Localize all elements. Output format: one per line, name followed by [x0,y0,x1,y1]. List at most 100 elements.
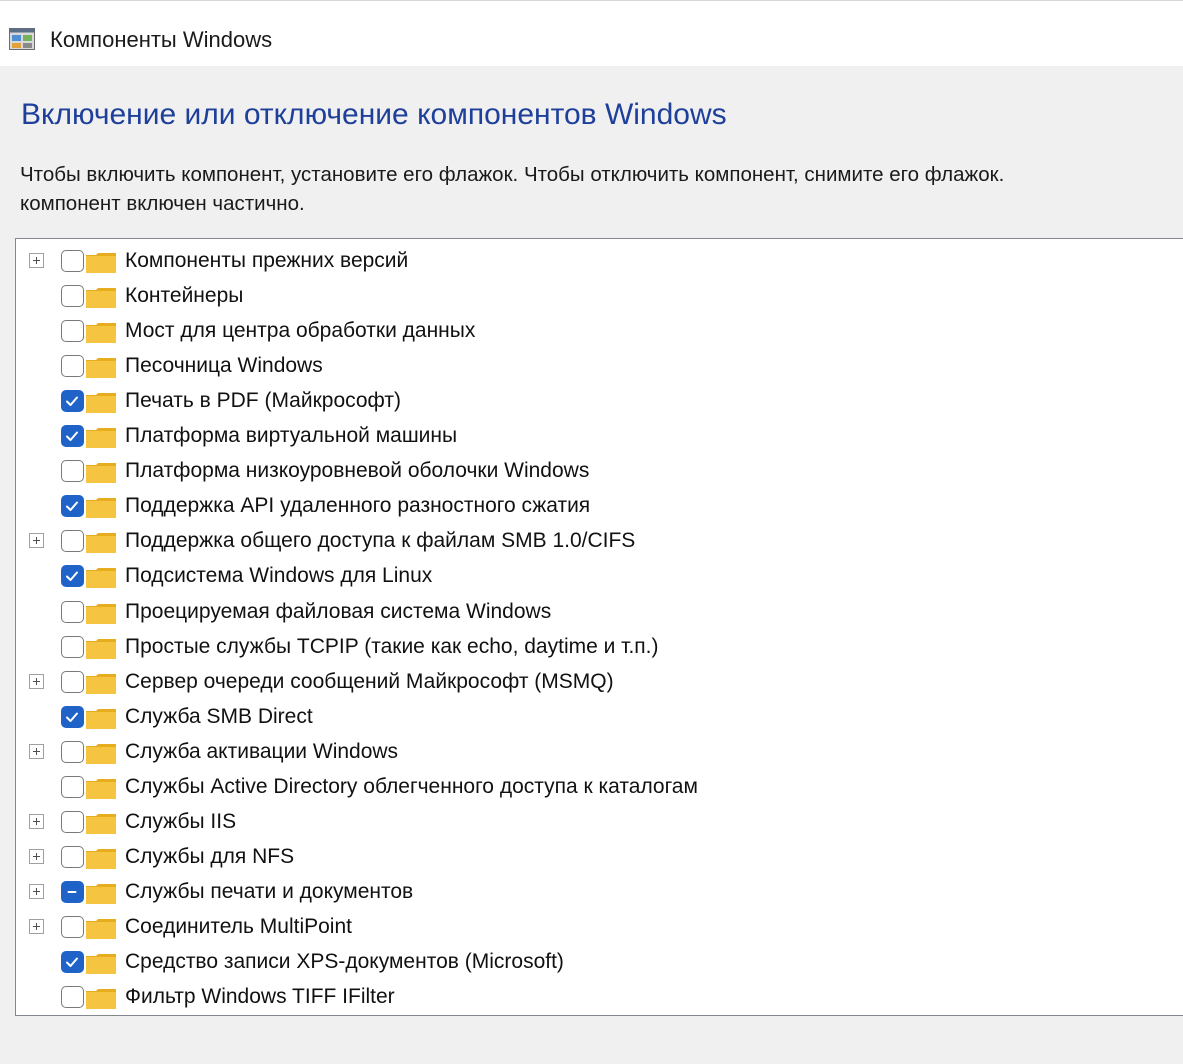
folder-icon [86,954,116,974]
feature-row[interactable]: Службы для NFS [16,839,1183,874]
features-tree[interactable]: Компоненты прежних версий Контейнеры Мост … [15,238,1183,1016]
feature-row[interactable]: Соединитель MultiPoint [16,909,1183,944]
feature-label: Компоненты прежних версий [125,249,409,272]
expand-plus-icon[interactable] [29,918,44,934]
feature-row[interactable]: Службы печати и документов [16,874,1183,909]
feature-row[interactable]: Фильтр Windows TIFF IFilter [16,979,1183,1014]
checkbox-partial[interactable] [61,880,84,903]
feature-row[interactable]: Служба SMB Direct [16,699,1183,734]
checkbox-checked[interactable] [61,495,84,518]
folder-icon [86,883,116,904]
feature-row[interactable]: Поддержка API удаленного разностного сжа… [16,488,1183,523]
feature-row[interactable]: Платформа низкоуровневой оболочки Window… [16,453,1183,488]
feature-label: Службы печати и документов [125,879,414,903]
checkbox-unchecked[interactable] [61,775,84,798]
feature-row[interactable]: Мост для центра обработки данных [16,313,1183,348]
feature-label: Песочница Windows [125,354,323,378]
feature-row[interactable]: Поддержка общего доступа к файлам SMB 1.… [16,523,1183,558]
checkbox-checked[interactable] [61,705,84,728]
folder-icon [86,323,116,344]
folder-icon [86,393,116,414]
folder-icon [86,918,116,939]
window-title: Компоненты Windows [50,27,273,52]
feature-label: Платформа виртуальной машины [125,424,458,448]
description-line-2: компонент включен частично. [20,192,305,215]
expand-plus-icon[interactable] [29,673,44,689]
description: Чтобы включить компонент, установите его… [20,160,1183,218]
checkbox-checked[interactable] [61,425,84,448]
feature-label: Средство записи XPS-документов (Microsof… [125,950,564,973]
feature-row[interactable]: Печать в PDF (Майкрософт) [16,383,1183,418]
checkbox-unchecked[interactable] [61,285,84,308]
feature-label: Мост для центра обработки данных [125,319,476,343]
expand-plus-icon[interactable] [29,883,44,899]
feature-label: Проецируемая файловая система Windows [125,599,552,623]
feature-label: Служба активации Windows [125,739,399,763]
checkbox-unchecked[interactable] [61,740,84,763]
folder-icon [86,533,116,554]
checkbox-unchecked[interactable] [61,635,84,658]
feature-label: Службы Active Directory облегченного дос… [125,774,698,798]
folder-icon [86,848,116,869]
checkbox-unchecked[interactable] [61,845,84,868]
feature-row[interactable]: Компоненты прежних версий [16,243,1183,278]
feature-label: Платформа низкоуровневой оболочки Window… [125,459,590,483]
checkbox-unchecked[interactable] [61,986,84,1009]
feature-label: Соединитель MultiPoint [125,914,352,938]
feature-row[interactable]: Средство записи XPS-документов (Microsof… [16,944,1183,979]
feature-label: Поддержка API удаленного разностного сжа… [125,494,591,518]
folder-icon [86,743,116,764]
folder-icon [86,498,116,519]
feature-row[interactable]: Проецируемая файловая система Windows [16,594,1183,629]
feature-label: Поддержка общего доступа к файлам SMB 1.… [125,529,636,553]
feature-row[interactable]: Платформа виртуальной машины [16,418,1183,453]
feature-row[interactable]: Подсистема Windows для Linux [16,558,1183,593]
folder-icon [86,463,116,484]
folder-icon [86,253,116,273]
feature-label: Подсистема Windows для Linux [125,564,433,588]
feature-row[interactable]: Контейнеры [16,278,1183,313]
folder-icon [86,568,116,589]
feature-label: Фильтр Windows TIFF IFilter [125,985,395,1009]
expand-plus-icon[interactable] [29,253,44,268]
expand-plus-icon[interactable] [29,743,44,759]
folder-icon [86,708,116,729]
feature-label: Простые службы TCPIP (такие как echo, da… [125,634,659,658]
folder-icon [86,358,116,379]
feature-row[interactable]: Службы IIS [16,804,1183,839]
checkbox-unchecked[interactable] [61,250,84,272]
description-line-1: Чтобы включить компонент, установите его… [20,163,1005,186]
checkbox-unchecked[interactable] [61,530,84,553]
feature-row[interactable]: Служба активации Windows [16,734,1183,769]
folder-icon [86,989,116,1010]
feature-label: Печать в PDF (Майкрософт) [125,389,401,413]
checkbox-unchecked[interactable] [61,460,84,483]
checkbox-checked[interactable] [61,390,84,413]
feature-label: Служба SMB Direct [125,704,313,728]
page-heading: Включение или отключение компонентов Win… [21,98,727,131]
feature-row[interactable]: Простые службы TCPIP (такие как echo, da… [16,629,1183,664]
expand-plus-icon[interactable] [29,533,44,549]
feature-row[interactable]: Песочница Windows [16,348,1183,383]
checkmark-icon [66,712,78,722]
expand-plus-icon[interactable] [29,848,44,864]
feature-label: Сервер очереди сообщений Майкрософт (MSM… [125,669,614,693]
feature-label: Службы для NFS [125,844,295,868]
windows-features-icon [9,28,35,50]
folder-icon [86,288,116,309]
checkbox-unchecked[interactable] [61,670,84,693]
checkmark-icon [66,431,78,442]
expand-plus-icon[interactable] [29,813,44,829]
checkbox-unchecked[interactable] [61,810,84,833]
folder-icon [86,638,116,659]
checkbox-unchecked[interactable] [61,600,84,623]
checkbox-unchecked[interactable] [61,320,84,343]
checkbox-unchecked[interactable] [61,355,84,378]
title-bar: Компоненты Windows [0,0,1183,66]
checkbox-checked[interactable] [61,951,84,973]
checkbox-unchecked[interactable] [61,915,84,938]
checkbox-checked[interactable] [61,565,84,588]
folder-icon [86,673,116,694]
feature-row[interactable]: Службы Active Directory облегченного дос… [16,769,1183,804]
feature-row[interactable]: Сервер очереди сообщений Майкрософт (MSM… [16,664,1183,699]
